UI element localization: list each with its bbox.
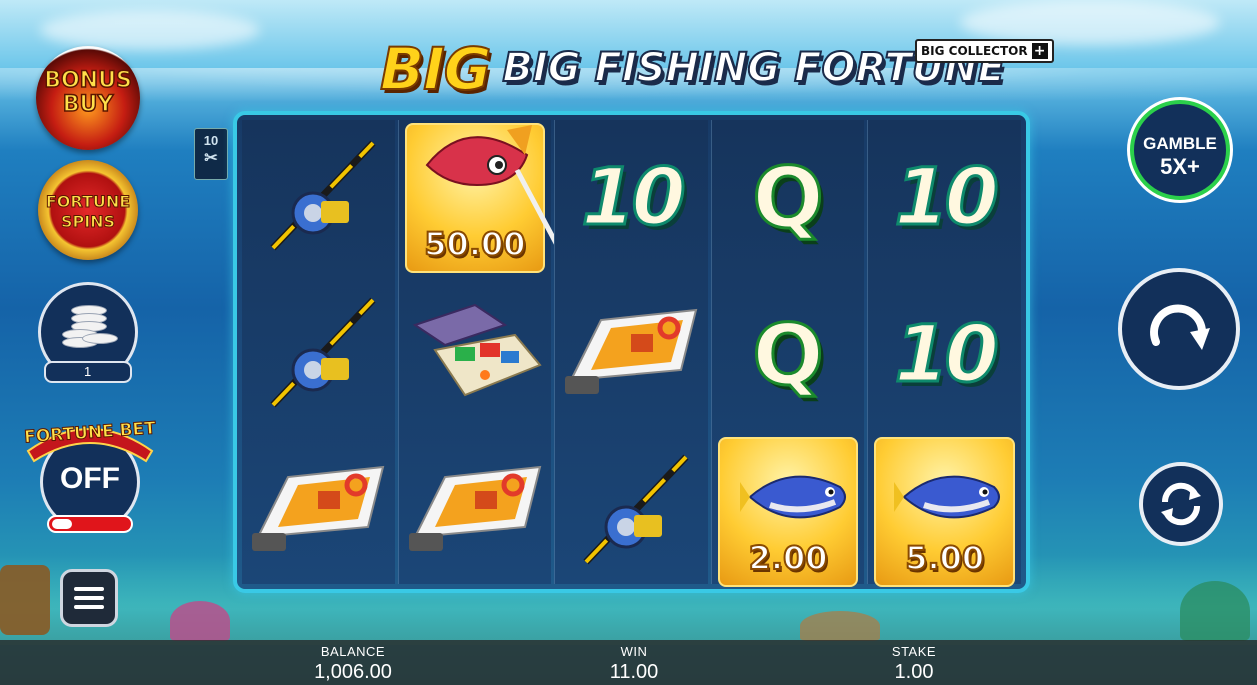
boat-icon	[408, 465, 542, 551]
q-symbol-text: Q	[751, 148, 825, 249]
ten-symbol-text: 10	[893, 152, 1001, 245]
fishing-rod-icon	[583, 454, 690, 565]
cash-value: 2.00	[748, 538, 829, 578]
symbol-boat	[401, 437, 550, 587]
symbol-boat	[557, 280, 706, 430]
ten-symbol-text: 10	[580, 152, 688, 245]
reel-grid: 50.00 10 Q Q 2.00 10 10 5.00	[233, 111, 1030, 593]
win-display: WIN 11.00	[544, 644, 724, 684]
cloud	[40, 10, 260, 50]
fishing-rod-icon	[270, 140, 376, 251]
fortune-spins-line1: FORTUNE	[45, 192, 131, 212]
autoplay-icon	[1161, 482, 1201, 526]
fortune-bet-switch[interactable]	[47, 515, 133, 533]
logo-big: BIG	[379, 35, 492, 103]
symbol-fishing-rod	[557, 437, 706, 587]
reel-info-badge: 10 ✂	[194, 128, 228, 180]
fortune-spins-button[interactable]: FORTUNE SPINS	[38, 160, 138, 260]
symbol-ten: 10	[557, 123, 706, 273]
symbol-ten: 10	[870, 123, 1019, 273]
coin-icon	[82, 333, 118, 344]
menu-icon-line	[74, 587, 104, 591]
reel-2: 50.00	[397, 120, 557, 587]
fortune-bet-state: OFF	[60, 462, 120, 495]
balance-label: BALANCE	[320, 644, 386, 659]
tuna-icon	[894, 475, 1001, 519]
symbol-tuna-cash: 2.00	[717, 437, 859, 587]
plus-icon: +	[1031, 43, 1048, 59]
win-value: 11.00	[609, 661, 659, 683]
tuna-icon	[739, 475, 846, 519]
tackle-box-icon	[412, 303, 542, 397]
big-collector-badge: BIG COLLECTOR +	[915, 39, 1054, 63]
gamble-multiplier: 5X+	[1160, 154, 1200, 179]
coral	[170, 601, 230, 641]
boat-icon	[252, 465, 385, 551]
status-bar: BALANCE 1,006.00 WIN 11.00 STAKE 1.00	[0, 640, 1257, 685]
reel-4: Q Q 2.00	[710, 120, 865, 587]
balance-value: 1,006.00	[314, 661, 392, 683]
gamble-button[interactable]: GAMBLE 5X+	[1130, 100, 1230, 200]
autoplay-button[interactable]	[1139, 462, 1223, 546]
coral	[1180, 581, 1250, 641]
cash-value: 5.00	[904, 538, 985, 578]
symbol-tackle-box	[401, 280, 550, 430]
reel-3: 10	[554, 120, 708, 584]
coin-count: 1	[44, 361, 132, 383]
menu-button[interactable]	[60, 569, 118, 627]
fortune-bet-banner: FORTUNE BET	[23, 411, 157, 465]
ways-number: 10	[203, 133, 219, 148]
spin-button[interactable]	[1118, 268, 1240, 390]
stake-display[interactable]: STAKE 1.00	[824, 644, 1004, 684]
symbol-q: Q	[714, 280, 863, 430]
gamble-label: GAMBLE	[1143, 134, 1217, 153]
symbol-boat	[244, 437, 393, 587]
cash-value: 50.00	[423, 224, 526, 264]
stake-label: STAKE	[891, 644, 937, 659]
symbol-fishing-rod	[244, 123, 393, 273]
symbol-tuna-cash: 5.00	[874, 437, 1015, 587]
q-symbol-text: Q	[751, 305, 825, 406]
win-label: WIN	[620, 644, 648, 659]
balance-display: BALANCE 1,006.00	[263, 644, 443, 684]
collector-label: BIG COLLECTOR	[921, 44, 1028, 58]
boat-icon	[565, 308, 698, 394]
spin-arrow-icon	[1150, 304, 1210, 350]
treasure-chest	[0, 565, 50, 635]
reel-1	[242, 120, 395, 584]
symbol-q: Q	[714, 123, 863, 273]
menu-icon-line	[74, 605, 104, 609]
symbol-marlin-cash: 50.00	[404, 123, 557, 273]
menu-icon-line	[74, 596, 104, 600]
fishing-rod-icon	[270, 297, 376, 408]
bonus-buy-line1: BONUS	[43, 67, 132, 94]
coral	[800, 611, 880, 641]
game-logo: BIG BIG FISHING FORTUNE	[379, 28, 1006, 103]
stake-value: 1.00	[894, 661, 934, 683]
bonus-buy-line2: BUY	[62, 91, 114, 118]
bonus-buy-button[interactable]: BONUS BUY	[36, 46, 140, 150]
symbol-fishing-rod	[244, 280, 393, 430]
ten-symbol-text: 10	[893, 309, 1001, 402]
scissors-icon: ✂	[204, 150, 218, 167]
symbol-ten: 10	[870, 280, 1019, 430]
fortune-spins-line2: SPINS	[60, 212, 116, 232]
reel-5: 10 10 5.00	[867, 120, 1021, 587]
